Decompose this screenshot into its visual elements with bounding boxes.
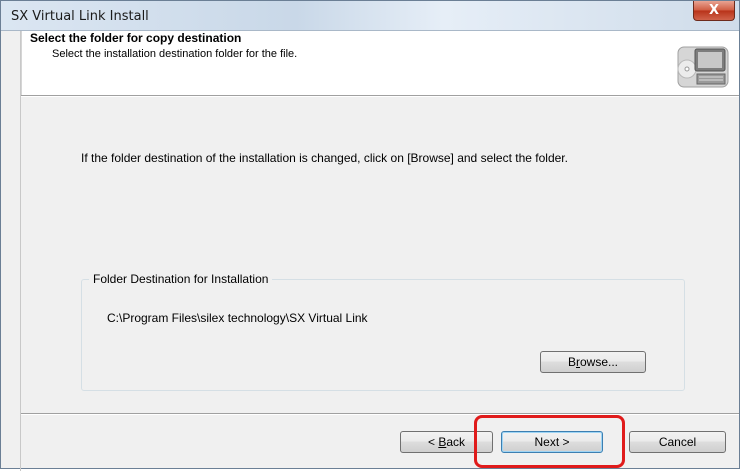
browse-button[interactable]: Br owse... bbox=[540, 351, 646, 373]
computer-icon bbox=[677, 46, 729, 88]
close-button[interactable]: X bbox=[693, 1, 735, 21]
cancel-button[interactable]: Cancel bbox=[629, 431, 726, 453]
page-subtitle: Select the installation destination fold… bbox=[52, 48, 298, 60]
back-label-prefix: < bbox=[427, 435, 439, 449]
window-title: SX Virtual Link Install bbox=[11, 9, 149, 24]
page-title: Select the folder for copy destination bbox=[30, 31, 242, 45]
left-edge bbox=[20, 31, 21, 471]
back-label-mnemonic: B bbox=[438, 435, 447, 449]
header-separator bbox=[21, 95, 739, 97]
destination-path: C:\Program Files\silex technology\SX Vir… bbox=[107, 311, 368, 325]
next-highlight-box bbox=[474, 415, 625, 468]
footer-separator bbox=[21, 413, 739, 415]
browse-label-suffix: owse... bbox=[580, 355, 619, 369]
groupbox-legend: Folder Destination for Installation bbox=[89, 272, 273, 286]
browse-label-prefix: B bbox=[567, 355, 576, 369]
back-label-suffix: ack bbox=[446, 435, 466, 449]
destination-groupbox bbox=[81, 279, 685, 391]
instruction-text: If the folder destination of the install… bbox=[81, 151, 568, 165]
cancel-label: Cancel bbox=[658, 435, 697, 449]
close-icon: X bbox=[708, 3, 720, 18]
installer-window: SX Virtual Link Install X Select the fol… bbox=[0, 0, 740, 471]
title-bar[interactable]: SX Virtual Link Install X bbox=[1, 1, 739, 31]
